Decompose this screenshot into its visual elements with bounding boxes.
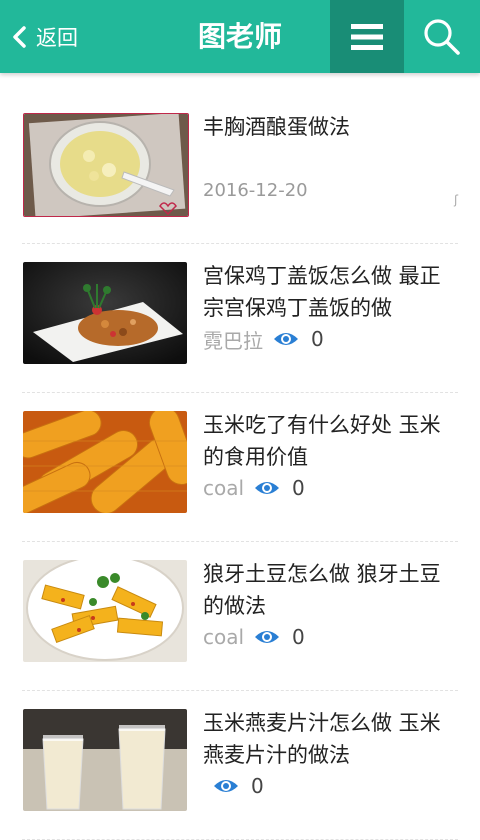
author-name: coal	[203, 625, 245, 649]
corner-mark: ʃ	[453, 193, 458, 207]
list-item[interactable]: 宫保鸡丁盖饭怎么做 最正宗宫保鸡丁盖饭的做 霓巴拉 0	[22, 244, 458, 393]
article-title: 玉米吃了有什么好处 玉米的食用价值	[203, 413, 441, 469]
thumbnail-kungpao-chicken	[23, 262, 187, 364]
eye-icon	[213, 777, 239, 795]
article-meta: 霓巴拉 0	[203, 324, 324, 354]
article-meta: coal 0	[203, 473, 305, 503]
article-date: 2016-12-20	[203, 179, 308, 201]
list-item[interactable]: 玉米吃了有什么好处 玉米的食用价值 coal 0	[22, 393, 458, 542]
top-bar: 返回 图老师	[0, 0, 480, 73]
eye-icon	[273, 330, 299, 348]
back-button[interactable]: 返回	[10, 0, 110, 73]
author-name: 霓巴拉	[203, 328, 263, 353]
menu-icon	[351, 23, 383, 50]
article-title: 狼牙土豆怎么做 狼牙土豆的做法	[203, 562, 441, 618]
eye-icon	[254, 479, 280, 497]
thumbnail-potato	[23, 560, 187, 662]
list-item[interactable]: 玉米燕麦片汁怎么做 玉米燕麦片汁的做法 0	[22, 691, 458, 840]
view-count: 0	[251, 774, 264, 798]
article-meta: 2016-12-20	[203, 175, 308, 205]
list-item[interactable]: 狼牙土豆怎么做 狼牙土豆的做法 coal 0	[22, 542, 458, 691]
chevron-left-icon	[13, 25, 26, 48]
search-icon	[424, 18, 460, 55]
back-label: 返回	[36, 25, 78, 50]
thumbnail-egg-soup	[23, 113, 189, 217]
author-name: coal	[203, 476, 245, 500]
thumbnail-oat-drink	[23, 709, 187, 811]
article-title: 玉米燕麦片汁怎么做 玉米燕麦片汁的做法	[203, 711, 441, 767]
thumbnail-corn	[23, 411, 187, 513]
list-item[interactable]: 丰胸酒酿蛋做法 2016-12-20 ʃ	[22, 95, 458, 244]
page-title: 图老师	[197, 20, 282, 53]
view-count: 0	[292, 476, 305, 500]
view-count: 0	[292, 625, 305, 649]
article-list: 丰胸酒酿蛋做法 2016-12-20 ʃ 宫保鸡丁盖饭怎么做 最正宗宫保鸡丁盖饭…	[0, 95, 480, 840]
article-title: 宫保鸡丁盖饭怎么做 最正宗宫保鸡丁盖饭的做	[203, 264, 441, 320]
article-title: 丰胸酒酿蛋做法	[203, 115, 350, 139]
search-button[interactable]	[404, 0, 480, 73]
article-meta: 0	[203, 771, 264, 801]
menu-button[interactable]	[330, 0, 404, 73]
view-count: 0	[311, 327, 324, 351]
eye-icon	[254, 628, 280, 646]
article-meta: coal 0	[203, 622, 305, 652]
